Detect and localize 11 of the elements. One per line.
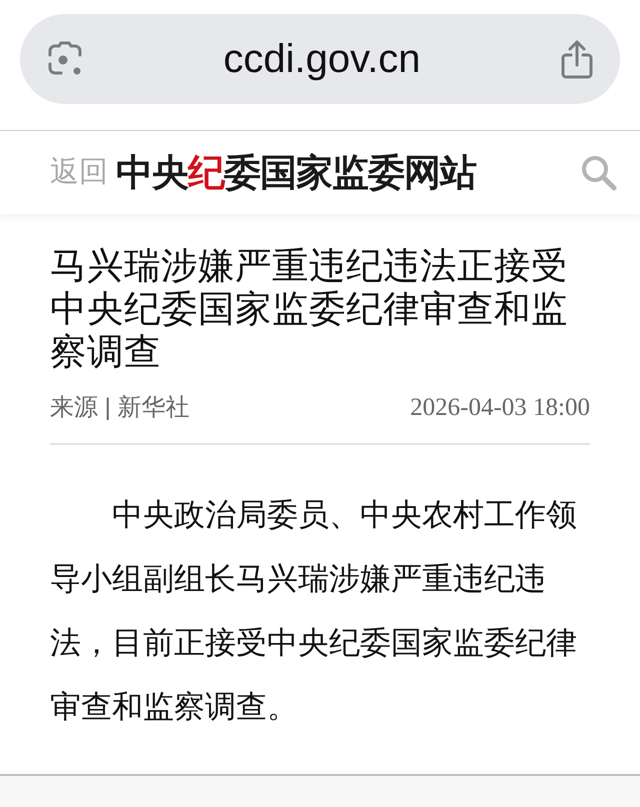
site-logo: 中央纪委国家监委网站 — [116, 148, 476, 196]
search-icon — [580, 154, 618, 192]
share-icon — [560, 39, 594, 79]
article-paragraph: 中央政治局委员、中央农村工作领导小组副组长马兴瑞涉嫌严重违纪违法，目前正接受中央纪委国家监委纪律审查和监察调查。 — [50, 496, 578, 726]
address-bar[interactable]: ccdi.gov.cn — [20, 14, 620, 104]
article-title: 马兴瑞涉嫌严重违纪违法正接受中央纪委国家监委纪律审查和监察调查 — [50, 244, 569, 373]
search-button[interactable] — [580, 154, 618, 192]
url-text[interactable]: ccdi.gov.cn — [84, 29, 560, 89]
share-button[interactable] — [560, 39, 594, 79]
publish-date: 2026-04-03 18:00 — [410, 393, 590, 423]
article-source: 来源 | 新华社 — [50, 392, 190, 423]
